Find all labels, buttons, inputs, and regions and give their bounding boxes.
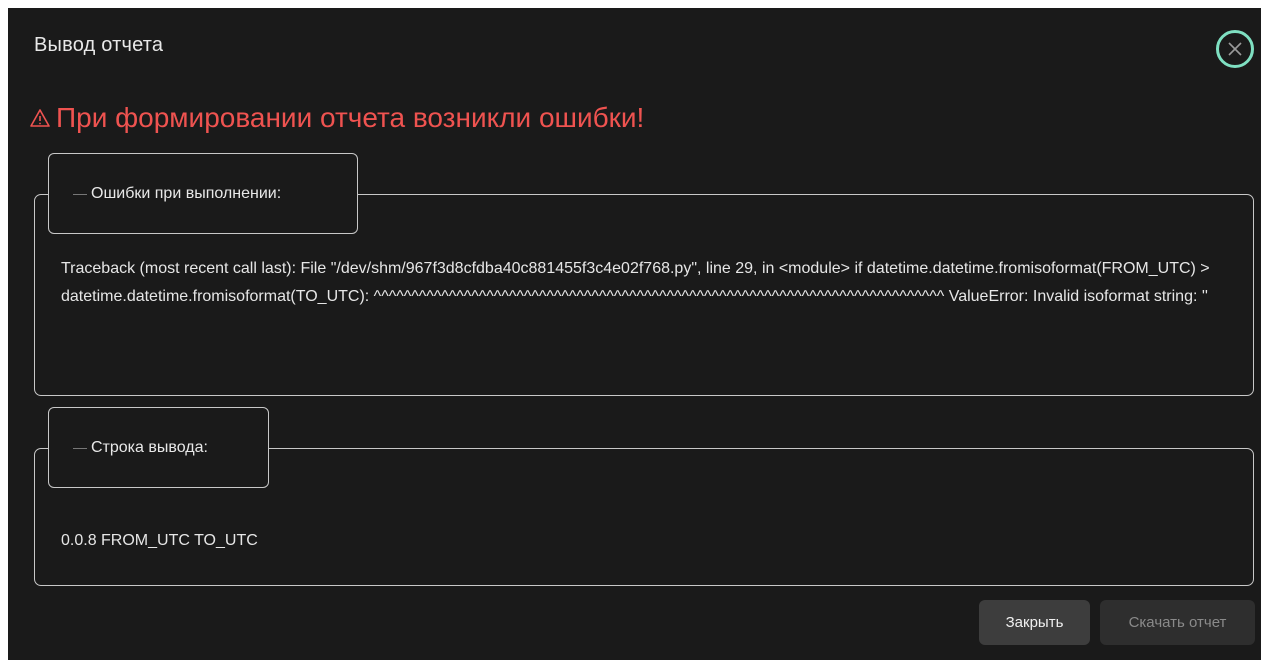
output-legend: Строка вывода: xyxy=(48,407,269,488)
output-text: 0.0.8 FROM_UTC TO_UTC xyxy=(61,532,258,549)
error-heading-text: При формировании отчета возникли ошибки! xyxy=(56,102,645,133)
output-legend-label: Строка вывода: xyxy=(91,438,208,456)
close-dialog-button[interactable] xyxy=(1216,30,1254,68)
report-output-dialog: Вывод отчета При формировании отчета воз… xyxy=(8,8,1261,660)
legend-dash xyxy=(73,448,87,449)
errors-legend-label: Ошибки при выполнении: xyxy=(91,184,282,202)
close-button[interactable]: Закрыть xyxy=(979,600,1090,645)
download-report-button[interactable]: Скачать отчет xyxy=(1100,600,1255,645)
close-x-icon xyxy=(1228,42,1242,56)
legend-dash xyxy=(73,194,87,195)
dialog-title: Вывод отчета xyxy=(34,34,164,56)
errors-text: Traceback (most recent call last): File … xyxy=(61,260,1210,305)
errors-legend: Ошибки при выполнении: xyxy=(48,153,358,234)
error-heading: При формировании отчета возникли ошибки! xyxy=(30,102,644,134)
warning-triangle-icon xyxy=(30,109,50,127)
